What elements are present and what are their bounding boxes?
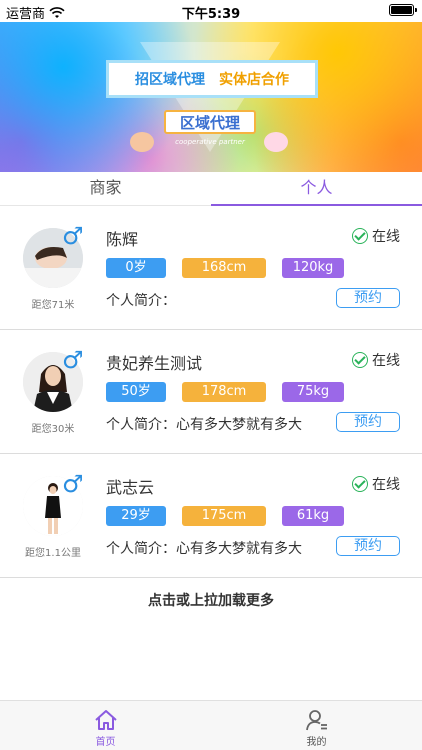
nav-item-mine[interactable]: 我的 bbox=[211, 701, 422, 750]
tab-personal[interactable]: 个人 bbox=[211, 172, 422, 206]
nav-label-mine: 我的 bbox=[306, 737, 327, 748]
list-item[interactable]: ♂ 距您30米 贵妃养生测试 在线 50岁 178cm 75kg 个人简介：心有… bbox=[0, 330, 422, 454]
book-button[interactable]: 预约 bbox=[336, 412, 400, 432]
male-icon: ♂ bbox=[62, 346, 84, 374]
nav-item-home[interactable]: 首页 bbox=[0, 701, 211, 750]
height-tag: 175cm bbox=[182, 506, 266, 526]
banner-caption: cooperative partner bbox=[175, 138, 245, 146]
user-icon bbox=[305, 710, 327, 731]
nav-label-home: 首页 bbox=[95, 737, 116, 748]
person-name: 陈辉 bbox=[106, 230, 139, 249]
online-status: 在线 bbox=[352, 226, 400, 246]
online-label: 在线 bbox=[372, 229, 400, 245]
intro-text: 心有多大梦就有多大 bbox=[176, 417, 302, 433]
load-more-button[interactable]: 点击或上拉加载更多 bbox=[0, 582, 422, 620]
online-label: 在线 bbox=[372, 477, 400, 493]
attribute-tags: 50岁 178cm 75kg bbox=[106, 382, 344, 402]
male-icon: ♂ bbox=[62, 470, 84, 498]
intro: 个人简介： bbox=[106, 290, 176, 310]
banner-hand-decoration bbox=[264, 132, 288, 152]
person-list: ♂ 距您71米 陈辉 在线 0岁 168cm 120kg 个人简介： 预约 ♂ … bbox=[0, 206, 422, 578]
intro: 个人简介：心有多大梦就有多大 bbox=[106, 538, 302, 558]
distance-label: 距您1.1公里 bbox=[25, 548, 81, 559]
status-time: 下午5:39 bbox=[181, 7, 241, 22]
person-name: 武志云 bbox=[106, 478, 155, 497]
weight-tag: 120kg bbox=[282, 258, 344, 278]
age-tag: 0岁 bbox=[106, 258, 166, 278]
attribute-tags: 29岁 175cm 61kg bbox=[106, 506, 344, 526]
book-button[interactable]: 预约 bbox=[336, 536, 400, 556]
banner-headline-right: 实体店合作 bbox=[219, 72, 289, 88]
check-circle-icon bbox=[352, 352, 368, 368]
intro-label: 个人简介： bbox=[106, 541, 176, 557]
height-tag: 178cm bbox=[182, 382, 266, 402]
check-circle-icon bbox=[352, 228, 368, 244]
book-button[interactable]: 预约 bbox=[336, 288, 400, 308]
banner-subtitle-plate: 区域代理 bbox=[164, 110, 256, 134]
height-tag: 168cm bbox=[182, 258, 266, 278]
online-status: 在线 bbox=[352, 474, 400, 494]
intro-label: 个人简介： bbox=[106, 417, 176, 433]
age-tag: 50岁 bbox=[106, 382, 166, 402]
intro-text: 心有多大梦就有多大 bbox=[176, 541, 302, 557]
banner-headline-plate: 招区域代理 实体店合作 bbox=[106, 60, 318, 98]
status-bar: 运营商 下午5:39 bbox=[0, 0, 422, 22]
weight-tag: 61kg bbox=[282, 506, 344, 526]
distance-label: 距您30米 bbox=[31, 424, 75, 435]
intro-label: 个人简介： bbox=[106, 293, 176, 309]
person-name: 贵妃养生测试 bbox=[106, 354, 203, 373]
male-icon: ♂ bbox=[62, 222, 84, 250]
list-item[interactable]: ♂ 距您71米 陈辉 在线 0岁 168cm 120kg 个人简介： 预约 bbox=[0, 206, 422, 330]
distance-label: 距您71米 bbox=[31, 300, 75, 311]
check-circle-icon bbox=[352, 476, 368, 492]
online-status: 在线 bbox=[352, 350, 400, 370]
home-icon bbox=[94, 710, 117, 730]
banner-headline-left: 招区域代理 bbox=[135, 72, 205, 88]
list-item[interactable]: ♂ 距您1.1公里 武志云 在线 29岁 175cm 61kg 个人简介：心有多… bbox=[0, 454, 422, 578]
category-tabs: 商家 个人 bbox=[0, 172, 422, 206]
banner-face-decoration bbox=[130, 132, 154, 152]
tab-merchant[interactable]: 商家 bbox=[0, 172, 211, 205]
promo-banner[interactable]: 招区域代理 实体店合作 区域代理 cooperative partner bbox=[0, 22, 422, 172]
online-label: 在线 bbox=[372, 353, 400, 369]
bottom-nav: 首页 我的 bbox=[0, 700, 422, 750]
attribute-tags: 0岁 168cm 120kg bbox=[106, 258, 344, 278]
age-tag: 29岁 bbox=[106, 506, 166, 526]
weight-tag: 75kg bbox=[282, 382, 344, 402]
battery-icon bbox=[389, 4, 417, 16]
intro: 个人简介：心有多大梦就有多大 bbox=[106, 414, 302, 434]
